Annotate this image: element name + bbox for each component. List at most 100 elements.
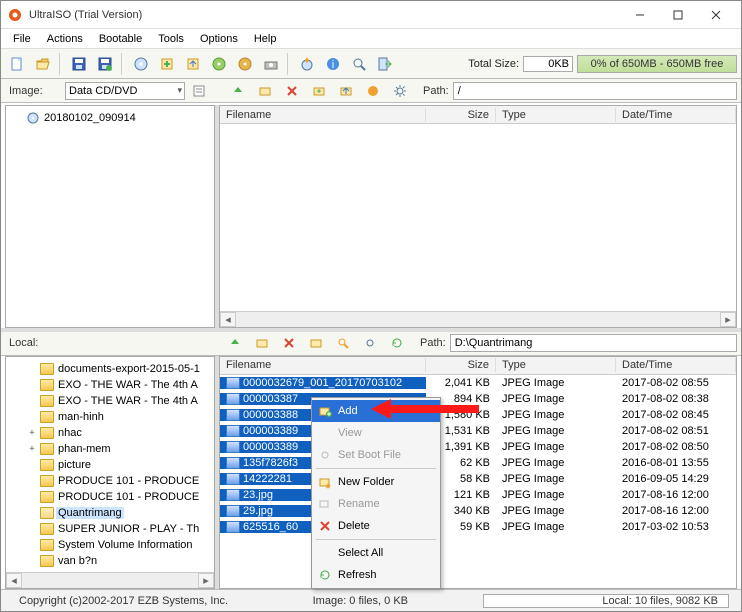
image-props-icon[interactable] <box>188 81 210 101</box>
tree-root[interactable]: 20180102_090914 <box>8 110 212 126</box>
delete-icon[interactable] <box>281 81 303 101</box>
local-delete-icon[interactable] <box>278 333 300 353</box>
file-row[interactable]: 0000033891,391 KBJPEG Image2017-08-02 08… <box>220 439 736 455</box>
file-row[interactable]: 0000033881,580 KBJPEG Image2017-08-02 08… <box>220 407 736 423</box>
save-icon[interactable] <box>67 52 91 76</box>
file-row[interactable]: 000003387894 KBJPEG Image2017-08-02 08:3… <box>220 391 736 407</box>
info-icon[interactable]: i <box>321 52 345 76</box>
menu-help[interactable]: Help <box>246 31 285 47</box>
file-row[interactable]: 625516_6059 KBJPEG Image2017-03-02 10:53 <box>220 519 736 535</box>
file-row[interactable]: 0000032679_001_201707031022,041 KBJPEG I… <box>220 375 736 391</box>
scroll-left-icon[interactable]: ◂ <box>6 573 22 588</box>
open-icon[interactable] <box>31 52 55 76</box>
local-tree-panel: documents-export-2015-05-1EXO - THE WAR … <box>5 356 215 589</box>
col-filename[interactable]: Filename <box>220 108 426 122</box>
image-path-field[interactable]: / <box>453 82 737 100</box>
tree-node[interactable]: man-hinh <box>8 409 212 425</box>
col-date[interactable]: Date/Time <box>616 108 736 122</box>
menu-actions[interactable]: Actions <box>39 31 91 47</box>
compress-icon[interactable] <box>233 52 257 76</box>
scroll-right-icon[interactable]: ▸ <box>720 312 736 327</box>
menu-bootable[interactable]: Bootable <box>91 31 150 47</box>
local-file-list[interactable]: 0000032679_001_201707031022,041 KBJPEG I… <box>220 375 736 588</box>
tree-node[interactable]: picture <box>8 457 212 473</box>
file-icon <box>226 425 240 437</box>
close-button[interactable] <box>697 3 735 27</box>
image-file-list[interactable] <box>220 124 736 311</box>
ctx-delete[interactable]: Delete <box>312 515 440 537</box>
menu-options[interactable]: Options <box>192 31 246 47</box>
file-row[interactable]: 1422228158 KBJPEG Image2016-09-05 14:29 <box>220 471 736 487</box>
ctx-add[interactable]: Add <box>312 400 440 422</box>
local-newfolder-icon[interactable] <box>251 333 273 353</box>
local-refresh-icon[interactable] <box>386 333 408 353</box>
file-icon <box>226 393 240 405</box>
folder-icon <box>40 443 54 455</box>
file-row[interactable]: 0000033891,531 KBJPEG Image2017-08-02 08… <box>220 423 736 439</box>
save-as-icon[interactable] <box>93 52 117 76</box>
menu-file[interactable]: File <box>5 31 39 47</box>
local-up-icon[interactable] <box>224 333 246 353</box>
col-type[interactable]: Type <box>496 108 616 122</box>
properties-icon[interactable] <box>362 81 384 101</box>
disc-info-icon[interactable] <box>207 52 231 76</box>
local-settings-icon[interactable] <box>359 333 381 353</box>
local-search-icon[interactable] <box>332 333 354 353</box>
local-add-icon[interactable] <box>305 333 327 353</box>
scroll-left-icon[interactable]: ◂ <box>220 312 236 327</box>
col-filename[interactable]: Filename <box>220 358 426 372</box>
file-row[interactable]: 23.jpg121 KBJPEG Image2017-08-16 12:00 <box>220 487 736 503</box>
settings-icon[interactable] <box>389 81 411 101</box>
find-icon[interactable] <box>347 52 371 76</box>
tree-node[interactable]: PRODUCE 101 - PRODUCE <box>8 473 212 489</box>
exit-icon[interactable] <box>373 52 397 76</box>
image-type-combo[interactable]: Data CD/DVD <box>65 82 185 100</box>
image-tree[interactable]: 20180102_090914 <box>6 106 214 309</box>
folder-icon <box>40 395 54 407</box>
folder-icon <box>40 507 54 519</box>
extract-icon[interactable] <box>181 52 205 76</box>
add-icon[interactable] <box>308 81 330 101</box>
tree-node[interactable]: System Volume Information <box>8 537 212 553</box>
tree-node[interactable]: van b?n <box>8 553 212 569</box>
maximize-button[interactable] <box>659 3 697 27</box>
col-type[interactable]: Type <box>496 358 616 372</box>
local-path-field[interactable]: D:\Quantrimang <box>450 334 737 352</box>
file-row[interactable]: 135f7826f362 KBJPEG Image2016-08-01 13:5… <box>220 455 736 471</box>
tree-node[interactable]: EXO - THE WAR - The 4th A <box>8 377 212 393</box>
scroll-right-icon[interactable]: ▸ <box>198 573 214 588</box>
mount-icon[interactable] <box>259 52 283 76</box>
up-icon[interactable] <box>227 81 249 101</box>
tree-node[interactable]: PRODUCE 101 - PRODUCE <box>8 489 212 505</box>
tree-node[interactable]: EXO - THE WAR - The 4th A <box>8 393 212 409</box>
scrollbar-horizontal[interactable]: ◂▸ <box>6 572 214 588</box>
ctx-refresh[interactable]: Refresh <box>312 564 440 586</box>
col-date[interactable]: Date/Time <box>616 358 736 372</box>
ctx-select-all[interactable]: Select All <box>312 542 440 564</box>
status-image: Image: 0 files, 0 KB <box>238 595 482 607</box>
tree-node[interactable]: +nhac <box>8 425 212 441</box>
add-files-icon[interactable] <box>155 52 179 76</box>
extract-to-icon[interactable] <box>335 81 357 101</box>
disc-icon[interactable] <box>129 52 153 76</box>
total-size-box: Total Size: 0KB 0% of 650MB - 650MB free <box>464 53 737 75</box>
minimize-button[interactable] <box>621 3 659 27</box>
tree-node[interactable]: SUPER JUNIOR - PLAY - Th <box>8 521 212 537</box>
tree-node[interactable]: Quantrimang <box>8 505 212 521</box>
col-size[interactable]: Size <box>426 358 496 372</box>
ctx-new-folder[interactable]: New Folder <box>312 471 440 493</box>
burn-icon[interactable] <box>295 52 319 76</box>
new-icon[interactable] <box>5 52 29 76</box>
status-copyright: Copyright (c)2002-2017 EZB Systems, Inc. <box>9 595 238 607</box>
ctx-view: View <box>312 422 440 444</box>
col-size[interactable]: Size <box>426 108 496 122</box>
scrollbar-horizontal[interactable]: ◂▸ <box>220 311 736 327</box>
capacity-bar[interactable]: 0% of 650MB - 650MB free <box>577 55 737 73</box>
ctx-set-boot-file: Set Boot File <box>312 444 440 466</box>
tree-node[interactable]: documents-export-2015-05-1 <box>8 361 212 377</box>
menu-tools[interactable]: Tools <box>150 31 192 47</box>
new-folder-icon[interactable] <box>254 81 276 101</box>
file-row[interactable]: 29.jpg340 KBJPEG Image2017-08-16 12:00 <box>220 503 736 519</box>
tree-node[interactable]: +phan-mem <box>8 441 212 457</box>
local-tree[interactable]: documents-export-2015-05-1EXO - THE WAR … <box>6 357 214 570</box>
